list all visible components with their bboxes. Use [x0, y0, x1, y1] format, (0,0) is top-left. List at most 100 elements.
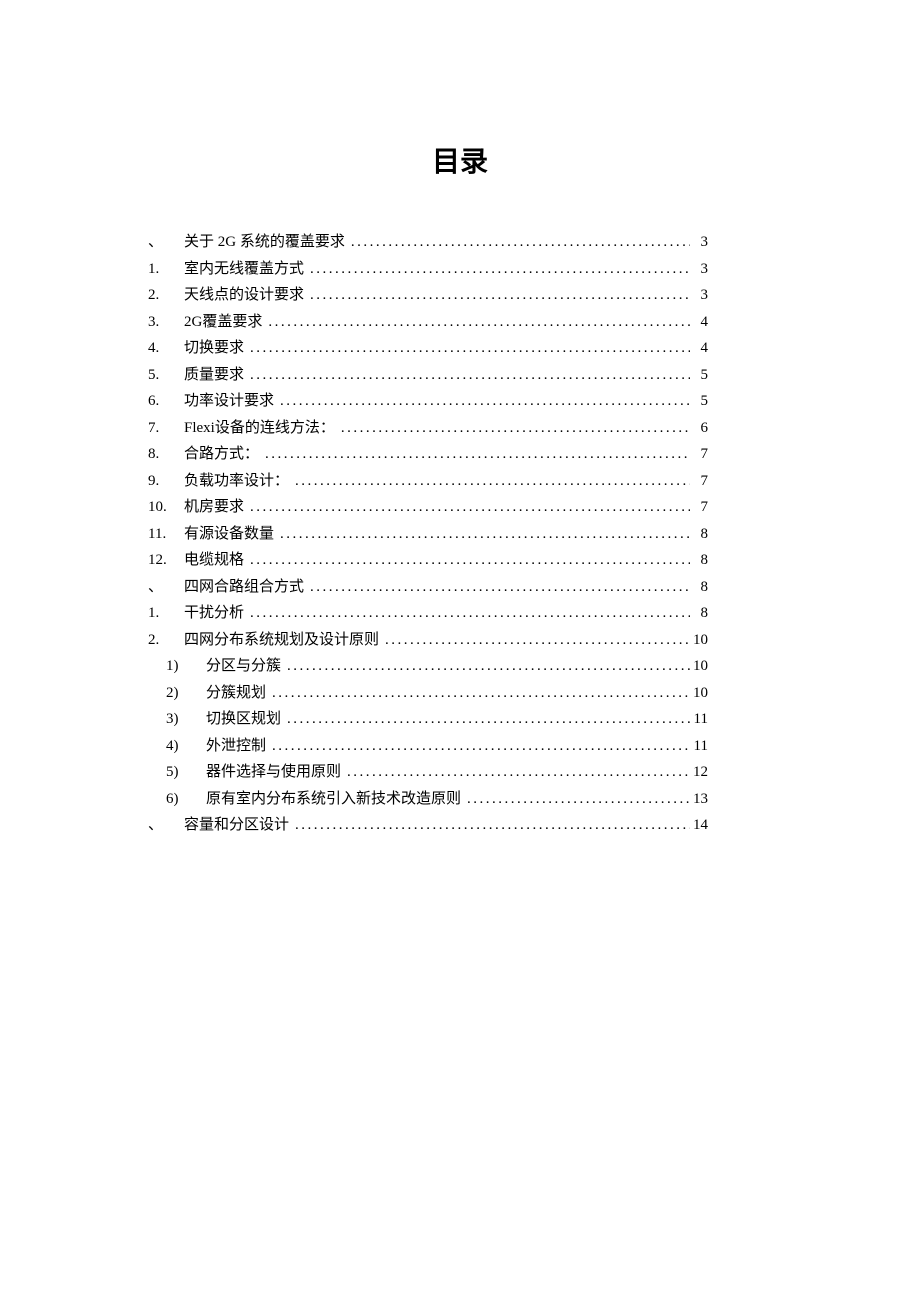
toc-label: 外泄控制 — [206, 739, 266, 754]
toc-label: 切换要求 — [184, 341, 244, 356]
toc-label: 有源设备数量 — [184, 527, 274, 542]
toc-page: 3 — [690, 288, 708, 303]
toc-leader — [310, 580, 690, 595]
toc-page: 7 — [690, 447, 708, 462]
toc-entry: 12.电缆规格8 — [148, 553, 708, 568]
toc-marker: 2. — [148, 633, 184, 648]
toc-label: Flexi设备的连线方法： — [184, 421, 335, 436]
toc-entry: 2)分簇规划 10 — [148, 686, 708, 701]
toc-leader — [467, 792, 690, 807]
toc-label: 负载功率设计： — [184, 474, 289, 489]
toc-marker: 3) — [166, 712, 206, 727]
toc-marker: 1. — [148, 606, 184, 621]
toc-page: 8 — [690, 527, 708, 542]
toc-entry: 2.四网分布系统规划及设计原则 10 — [148, 633, 708, 648]
toc-leader — [310, 288, 690, 303]
toc-leader — [250, 341, 690, 356]
toc-page: 7 — [690, 500, 708, 515]
toc-page: 10 — [690, 659, 708, 674]
toc-marker: 2. — [148, 288, 184, 303]
toc-leader — [295, 818, 690, 833]
toc-label: 器件选择与使用原则 — [206, 765, 341, 780]
toc-leader — [295, 474, 690, 489]
toc-marker: 4) — [166, 739, 206, 754]
toc-entry: 8.合路方式： 7 — [148, 447, 708, 462]
toc-marker: 9. — [148, 474, 184, 489]
toc-label: 质量要求 — [184, 368, 244, 383]
toc-leader — [250, 553, 690, 568]
toc-marker: 6. — [148, 394, 184, 409]
toc-leader — [280, 394, 690, 409]
toc-title: 目录 — [0, 140, 920, 180]
toc-entry: 4.切换要求 4 — [148, 341, 708, 356]
toc-label: 合路方式： — [184, 447, 259, 462]
toc-entry: 2.天线点的设计要求 3 — [148, 288, 708, 303]
toc-label: 机房要求 — [184, 500, 244, 515]
toc-leader — [272, 739, 690, 754]
toc-page: 3 — [690, 235, 708, 250]
toc-leader — [287, 712, 690, 727]
toc-marker: 11. — [148, 527, 184, 542]
toc-leader — [351, 235, 690, 250]
toc-entry: 11.有源设备数量 8 — [148, 527, 708, 542]
toc-leader — [310, 262, 690, 277]
toc-leader — [385, 633, 690, 648]
toc-entry: 、四网合路组合方式8 — [148, 580, 708, 595]
toc-entry: 9.负载功率设计： 7 — [148, 474, 708, 489]
toc-leader — [250, 606, 690, 621]
toc-leader — [280, 527, 690, 542]
toc-leader — [287, 659, 690, 674]
toc-label: 四网分布系统规划及设计原则 — [184, 633, 379, 648]
toc-marker: 7. — [148, 421, 184, 436]
toc-page: 14 — [690, 818, 708, 833]
toc-entry: 、容量和分区设计14 — [148, 818, 708, 833]
toc-marker: 6) — [166, 792, 206, 807]
toc-entry: 1.干扰分析 8 — [148, 606, 708, 621]
toc-page: 8 — [690, 553, 708, 568]
toc-page: 3 — [690, 262, 708, 277]
toc-leader — [250, 368, 690, 383]
toc-label: 功率设计要求 — [184, 394, 274, 409]
toc-label: 天线点的设计要求 — [184, 288, 304, 303]
toc-page: 5 — [690, 368, 708, 383]
toc-marker: 5) — [166, 765, 206, 780]
toc-label: 切换区规划 — [206, 712, 281, 727]
toc-label: 四网合路组合方式 — [184, 580, 304, 595]
toc-marker: 2) — [166, 686, 206, 701]
toc-page: 10 — [690, 633, 708, 648]
toc-page: 8 — [690, 580, 708, 595]
toc-marker: 10. — [148, 500, 184, 515]
toc-marker: 4. — [148, 341, 184, 356]
toc-page: 8 — [690, 606, 708, 621]
toc-page: 10 — [690, 686, 708, 701]
toc-leader — [341, 421, 690, 436]
toc-marker: 1. — [148, 262, 184, 277]
toc-leader — [250, 500, 690, 515]
toc-entry: 3.2G覆盖要求4 — [148, 315, 708, 330]
toc-label: 干扰分析 — [184, 606, 244, 621]
toc-page: 13 — [690, 792, 708, 807]
toc-marker: 3. — [148, 315, 184, 330]
toc-label: 关于 2G 系统的覆盖要求 — [184, 235, 345, 250]
toc-entry: 6.功率设计要求 5 — [148, 394, 708, 409]
toc-marker: 8. — [148, 447, 184, 462]
toc-leader — [347, 765, 690, 780]
toc-marker: 、 — [148, 235, 184, 250]
toc-label: 电缆规格 — [184, 553, 244, 568]
toc-marker: 、 — [148, 818, 184, 833]
toc-entry: 、关于 2G 系统的覆盖要求 3 — [148, 235, 708, 250]
toc-leader — [272, 686, 690, 701]
toc-label: 2G覆盖要求 — [184, 315, 262, 330]
toc-entry: 3)切换区规划 11 — [148, 712, 708, 727]
toc-entry: 4)外泄控制 11 — [148, 739, 708, 754]
toc-page: 11 — [690, 712, 708, 727]
toc-leader — [265, 447, 690, 462]
toc-label: 原有室内分布系统引入新技术改造原则 — [206, 792, 461, 807]
toc-entry: 5)器件选择与使用原则 12 — [148, 765, 708, 780]
toc-page: 11 — [690, 739, 708, 754]
toc-page: 6 — [690, 421, 708, 436]
toc-page: 5 — [690, 394, 708, 409]
toc-label: 室内无线覆盖方式 — [184, 262, 304, 277]
toc-page: 4 — [690, 341, 708, 356]
toc-entry: 1.室内无线覆盖方式 3 — [148, 262, 708, 277]
